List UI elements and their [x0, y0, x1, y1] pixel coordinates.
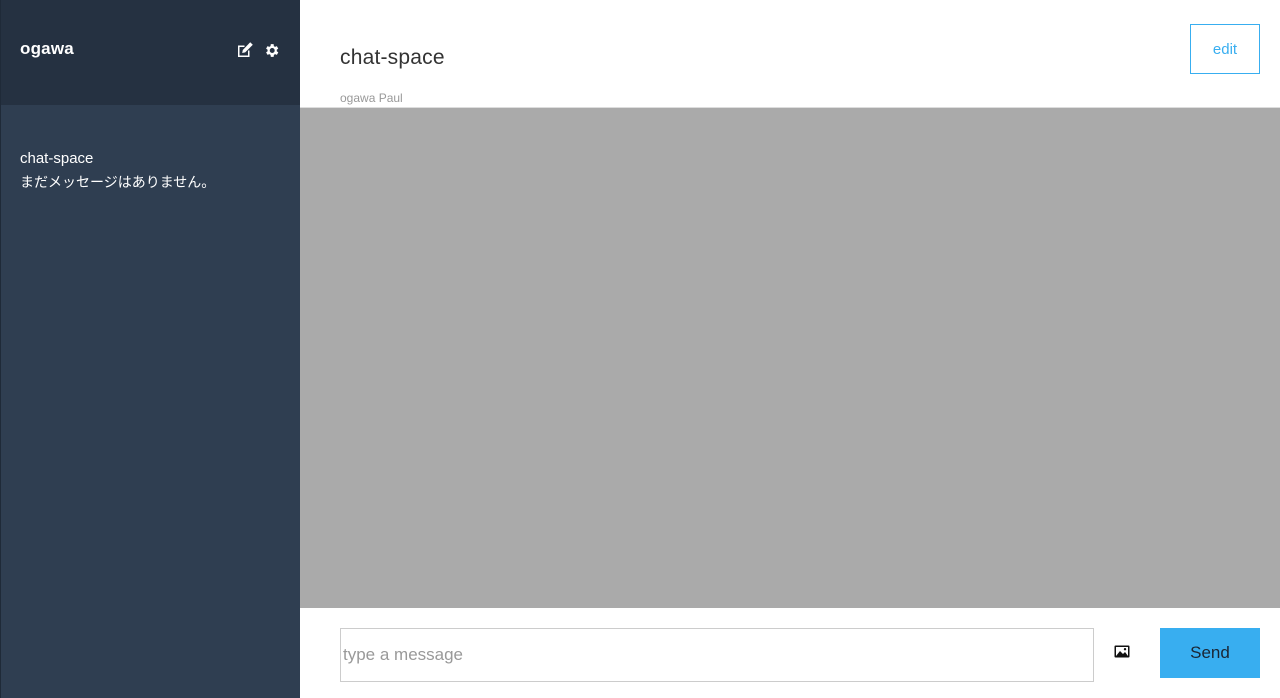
chat-header: chat-space ogawa Paul edit: [300, 0, 1280, 108]
send-button[interactable]: Send: [1160, 628, 1260, 678]
gear-icon[interactable]: [262, 41, 280, 59]
sidebar: ogawa chat-space まだメッセージはありません。: [0, 0, 300, 698]
image-icon[interactable]: [1114, 644, 1130, 658]
edit-group-button[interactable]: edit: [1190, 24, 1260, 74]
messages-area[interactable]: [300, 108, 1280, 608]
header-icons: [236, 41, 280, 59]
message-form: Send: [300, 608, 1280, 698]
sidebar-header: ogawa: [1, 0, 300, 105]
current-user-name: ogawa: [20, 39, 74, 58]
chat-app: ogawa chat-space まだメッセージはありません。 chat-spa…: [0, 0, 1280, 698]
edit-icon[interactable]: [236, 41, 254, 59]
group-item[interactable]: chat-space まだメッセージはありません。: [1, 148, 300, 194]
group-latest-message: まだメッセージはありません。: [20, 174, 216, 190]
main-chat: chat-space ogawa Paul edit Send: [300, 0, 1280, 698]
group-list: chat-space まだメッセージはありません。: [1, 105, 300, 194]
message-input[interactable]: [340, 628, 1094, 682]
member-list: ogawa Paul: [340, 91, 403, 105]
group-name: chat-space: [20, 150, 94, 167]
chat-title: chat-space: [340, 46, 445, 69]
